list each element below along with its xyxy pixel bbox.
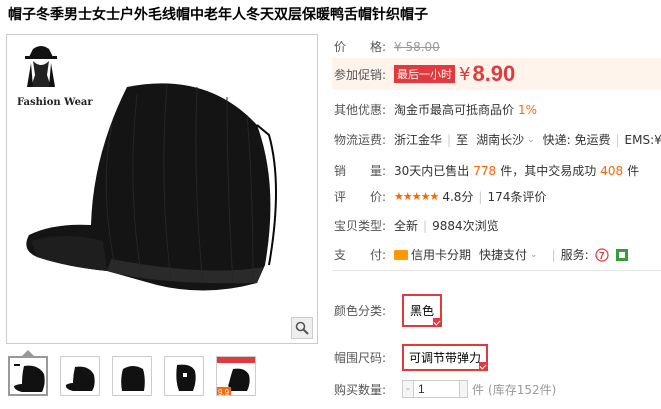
selected-check-icon: [479, 362, 489, 371]
thumb-hat-icon: [65, 366, 95, 391]
sales-label: 销 量:: [334, 164, 387, 178]
chevron-down-icon[interactable]: ⌄: [530, 250, 538, 260]
selected-check-icon: [433, 318, 443, 327]
service-label: 服务:: [560, 248, 589, 262]
promo-tag: 最后一小时: [394, 65, 455, 83]
offers-text: 淘金币最高可抵商品价: [394, 103, 515, 117]
hat-image: Fashion Wear: [17, 46, 277, 291]
product-title: 帽子冬季男士女士户外毛线帽中老年人冬天双层保暖鸭舌帽针织帽子: [8, 7, 428, 23]
svg-text:7: 7: [599, 251, 605, 262]
quantity-decrease-button[interactable]: -: [402, 380, 414, 398]
size-option[interactable]: 可调节带弹力: [402, 344, 489, 371]
sales-sold: 778: [473, 163, 497, 178]
color-option-black[interactable]: 黑色: [402, 294, 443, 327]
ship-express: 快递: 免运费: [542, 133, 611, 147]
size-label: 帽围尺码:: [334, 351, 387, 365]
promo-currency: ¥: [459, 63, 471, 85]
sales-suffix: 件: [627, 164, 640, 178]
sales-row: 销 量: 30天内已售出 778 件，其中交易成功 408 件: [334, 162, 639, 179]
old-price: ¥ 58.00: [394, 39, 440, 54]
quantity-stock: (库存152件): [488, 382, 557, 397]
thumb-hat-icon: 9.9: [217, 357, 255, 396]
zoom-button[interactable]: [291, 317, 313, 339]
seven-day-return-icon[interactable]: 7: [595, 247, 609, 262]
credit-card-icon: [394, 249, 408, 260]
price-label: 价 格:: [334, 40, 387, 54]
thumbnail-5[interactable]: 9.9: [216, 356, 256, 396]
payment-credit[interactable]: 信用卡分期: [411, 246, 471, 263]
size-option-text: 可调节带弹力: [409, 351, 482, 365]
ship-sep: |: [447, 132, 452, 147]
magnifier-icon: [295, 321, 309, 335]
sales-mid: 件，其中交易成功: [500, 164, 597, 178]
main-product-image[interactable]: Fashion Wear: [6, 34, 318, 344]
brand-logo-icon: [25, 46, 57, 87]
promo-label: 参加促销:: [334, 67, 387, 82]
thumb-badge: 9.9: [218, 388, 230, 396]
offers-row: 其他优惠: 淘金币最高可抵商品价 1%: [334, 101, 537, 118]
ship-from: 浙江金华: [394, 133, 443, 147]
ship-sep-2: |: [615, 132, 620, 147]
condition-views: 9884次浏览: [432, 219, 499, 233]
chevron-down-icon[interactable]: ⌄: [527, 135, 535, 145]
ship-to-word: 至: [456, 133, 469, 147]
thumbnail-2[interactable]: [60, 356, 100, 396]
offers-pct: 1%: [518, 102, 538, 117]
thumbnail-1[interactable]: [8, 356, 48, 396]
condition-row: 宝贝类型: 全新 | 9884次浏览: [334, 218, 499, 234]
sales-prefix: 30天内已售出: [394, 164, 470, 178]
shipping-label: 物流运费:: [334, 133, 387, 147]
quantity-input[interactable]: [414, 380, 460, 398]
thumbnail-strip: 9.9: [8, 356, 256, 396]
thumbnail-4[interactable]: [164, 356, 204, 396]
rating-row: 评 价: ★★★★★ 4.8分 | 174条评价: [334, 188, 547, 205]
price-row: 价 格: ¥ 58.00: [334, 38, 440, 55]
rating-score: 4.8分: [442, 190, 474, 204]
sku-divider: [332, 270, 661, 271]
brand-text: Fashion Wear: [17, 97, 93, 108]
color-label: 颜色分类:: [334, 304, 387, 318]
rating-reviews-link[interactable]: 174条评价: [487, 188, 546, 205]
thumb-hat-icon: [14, 364, 45, 392]
quantity-label: 购买数量:: [334, 382, 387, 397]
payment-quick[interactable]: 快捷支付: [479, 246, 527, 263]
thumbnail-3[interactable]: [112, 356, 152, 396]
rating-stars-icon: ★★★★★: [394, 190, 439, 203]
quantity-unit: 件: [472, 382, 485, 397]
thumb-hat-icon: [121, 366, 145, 391]
condition-type: 全新: [394, 219, 419, 233]
promo-row: 参加促销: 最后一小时 ¥ 8.90: [332, 58, 661, 90]
guarantee-icon[interactable]: [615, 248, 629, 262]
sales-success: 408: [600, 163, 624, 178]
color-row: 颜色分类: 黑色: [334, 294, 443, 327]
ship-ems: EMS:¥: [624, 132, 661, 147]
quantity-stepper[interactable]: [460, 380, 468, 398]
thumb-hat-icon: [176, 364, 196, 391]
color-option-text: 黑色: [410, 304, 435, 318]
size-row: 帽围尺码: 可调节带弹力: [334, 344, 489, 371]
condition-label: 宝贝类型:: [334, 219, 387, 233]
offers-label: 其他优惠:: [334, 103, 387, 117]
quantity-row: 购买数量: - 件 (库存152件): [334, 380, 556, 398]
payment-row: 支 付: 信用卡分期 快捷支付 ⌄ | 服务: 7: [334, 246, 629, 263]
ship-destination[interactable]: 湖南长沙: [476, 131, 524, 148]
shipping-row: 物流运费: 浙江金华 | 至 湖南长沙 ⌄ 快递: 免运费 | EMS:¥: [334, 131, 661, 148]
payment-label: 支 付:: [334, 248, 387, 262]
promo-price: 8.90: [472, 61, 516, 86]
rating-label: 评 价:: [334, 190, 387, 204]
